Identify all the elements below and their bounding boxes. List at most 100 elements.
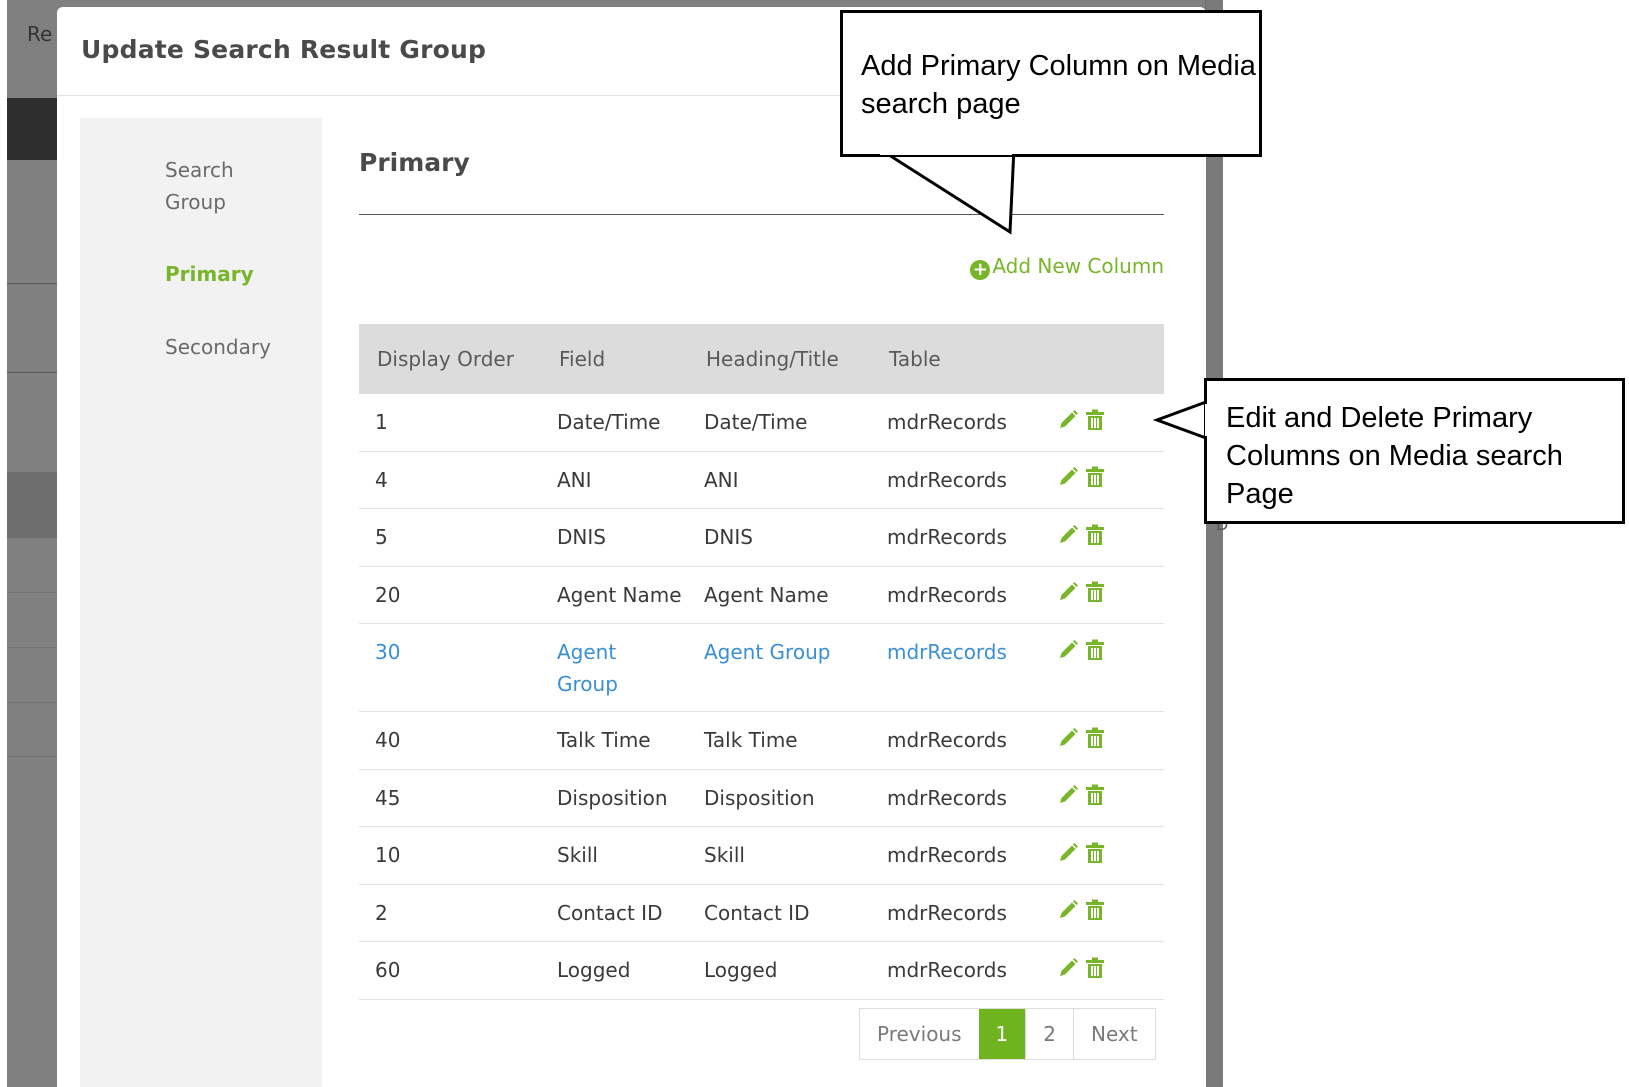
cell-field: Agent Group xyxy=(541,623,688,712)
cell-actions xyxy=(1041,711,1164,770)
table-row[interactable]: 45 Disposition Disposition mdrRecords xyxy=(359,769,1164,827)
callout-add-primary-column: Add Primary Column on Media search page xyxy=(840,10,1262,157)
update-search-result-group-modal: Update Search Result Group Search Group … xyxy=(57,7,1206,1087)
cell-table: mdrRecords xyxy=(871,566,1041,624)
cell-actions xyxy=(1041,826,1164,885)
callout-add-pointer-joint xyxy=(880,145,1012,155)
cell-display-order: 5 xyxy=(359,508,541,567)
edit-pencil-icon[interactable] xyxy=(1057,408,1079,440)
cell-table: mdrRecords xyxy=(871,711,1041,770)
cell-field: Date/Time xyxy=(541,394,688,452)
callout-edit-pointer-joint xyxy=(1205,404,1211,436)
cell-field: Agent Name xyxy=(541,566,688,624)
cell-table: mdrRecords xyxy=(871,884,1041,942)
edit-pencil-icon[interactable] xyxy=(1057,841,1079,873)
table-row[interactable]: 5 DNIS DNIS mdrRecords xyxy=(359,508,1164,567)
edit-pencil-icon[interactable] xyxy=(1057,783,1079,815)
cell-heading-title: Talk Time xyxy=(688,711,871,770)
background-scroll-edge xyxy=(1205,0,1223,1087)
pagination-previous[interactable]: Previous xyxy=(860,1009,979,1059)
cell-table: mdrRecords xyxy=(871,941,1041,1000)
edit-pencil-icon[interactable] xyxy=(1057,523,1079,555)
cell-field: Logged xyxy=(541,941,688,1000)
cell-heading-title: Disposition xyxy=(688,769,871,827)
cell-table: mdrRecords xyxy=(871,826,1041,885)
cell-display-order: 45 xyxy=(359,769,541,827)
cell-display-order: 10 xyxy=(359,826,541,885)
header-display-order[interactable]: Display Order xyxy=(359,324,541,394)
delete-trash-icon[interactable] xyxy=(1085,726,1105,758)
cell-display-order: 4 xyxy=(359,451,541,509)
cell-field: ANI xyxy=(541,451,688,509)
modal-title: Update Search Result Group xyxy=(81,35,487,64)
pagination-next[interactable]: Next xyxy=(1073,1009,1155,1059)
add-new-column-link[interactable]: + Add New Column xyxy=(970,254,1164,280)
cell-display-order: 20 xyxy=(359,566,541,624)
cell-display-order: 60 xyxy=(359,941,541,1000)
delete-trash-icon[interactable] xyxy=(1085,898,1105,930)
cell-actions xyxy=(1041,508,1164,567)
primary-columns-table: Display Order Field Heading/Title Table … xyxy=(359,324,1164,1000)
delete-trash-icon[interactable] xyxy=(1085,523,1105,555)
table-row[interactable]: 10 Skill Skill mdrRecords xyxy=(359,826,1164,885)
callout-edit-delete-columns: Edit and Delete Primary Columns on Media… xyxy=(1204,378,1625,524)
cell-actions xyxy=(1041,394,1164,452)
table-row[interactable]: 30 Agent Group Agent Group mdrRecords xyxy=(359,623,1164,712)
edit-pencil-icon[interactable] xyxy=(1057,638,1079,670)
pagination-page-2[interactable]: 2 xyxy=(1025,1009,1073,1059)
cell-heading-title: Contact ID xyxy=(688,884,871,942)
cell-actions xyxy=(1041,623,1164,712)
delete-trash-icon[interactable] xyxy=(1085,408,1105,440)
section-divider xyxy=(359,214,1164,215)
table-row[interactable]: 60 Logged Logged mdrRecords xyxy=(359,941,1164,1000)
edit-pencil-icon[interactable] xyxy=(1057,465,1079,497)
header-field[interactable]: Field xyxy=(541,324,688,394)
cell-actions xyxy=(1041,884,1164,942)
cell-heading-title: DNIS xyxy=(688,508,871,567)
nav-item-search-group[interactable]: Search Group xyxy=(165,154,295,218)
cell-heading-title: Agent Name xyxy=(688,566,871,624)
cell-field: Contact ID xyxy=(541,884,688,942)
table-row[interactable]: 4 ANI ANI mdrRecords xyxy=(359,451,1164,509)
table-row[interactable]: 1 Date/Time Date/Time mdrRecords xyxy=(359,394,1164,452)
background-title-fragment: Re xyxy=(27,22,53,46)
nav-item-primary[interactable]: Primary xyxy=(165,258,295,290)
edit-pencil-icon[interactable] xyxy=(1057,580,1079,612)
cell-heading-title: Date/Time xyxy=(688,394,871,452)
table-row[interactable]: 2 Contact ID Contact ID mdrRecords xyxy=(359,884,1164,942)
cell-heading-title: Agent Group xyxy=(688,623,871,712)
delete-trash-icon[interactable] xyxy=(1085,956,1105,988)
table-row[interactable]: 40 Talk Time Talk Time mdrRecords xyxy=(359,711,1164,770)
cell-heading-title: ANI xyxy=(688,451,871,509)
edit-pencil-icon[interactable] xyxy=(1057,956,1079,988)
cell-heading-title: Skill xyxy=(688,826,871,885)
cell-actions xyxy=(1041,566,1164,624)
cell-field: DNIS xyxy=(541,508,688,567)
pagination: Previous 1 2 Next xyxy=(859,1008,1156,1060)
cell-actions xyxy=(1041,769,1164,827)
delete-trash-icon[interactable] xyxy=(1085,465,1105,497)
delete-trash-icon[interactable] xyxy=(1085,580,1105,612)
table-header-row: Display Order Field Heading/Title Table xyxy=(359,324,1164,394)
cell-table: mdrRecords xyxy=(871,769,1041,827)
delete-trash-icon[interactable] xyxy=(1085,841,1105,873)
header-table[interactable]: Table xyxy=(871,324,1041,394)
edit-pencil-icon[interactable] xyxy=(1057,898,1079,930)
delete-trash-icon[interactable] xyxy=(1085,638,1105,670)
cell-table: mdrRecords xyxy=(871,508,1041,567)
edit-pencil-icon[interactable] xyxy=(1057,726,1079,758)
nav-item-secondary[interactable]: Secondary xyxy=(165,331,295,363)
cell-actions xyxy=(1041,451,1164,509)
header-heading-title[interactable]: Heading/Title xyxy=(688,324,871,394)
add-new-column-label: Add New Column xyxy=(992,254,1164,278)
cell-display-order: 2 xyxy=(359,884,541,942)
delete-trash-icon[interactable] xyxy=(1085,783,1105,815)
plus-circle-icon: + xyxy=(970,260,991,280)
cell-actions xyxy=(1041,941,1164,1000)
table-row[interactable]: 20 Agent Name Agent Name mdrRecords xyxy=(359,566,1164,624)
pagination-page-1[interactable]: 1 xyxy=(978,1009,1026,1059)
header-actions xyxy=(1041,324,1164,394)
cell-table: mdrRecords xyxy=(871,394,1041,452)
section-title: Primary xyxy=(359,148,470,177)
cell-field: Skill xyxy=(541,826,688,885)
